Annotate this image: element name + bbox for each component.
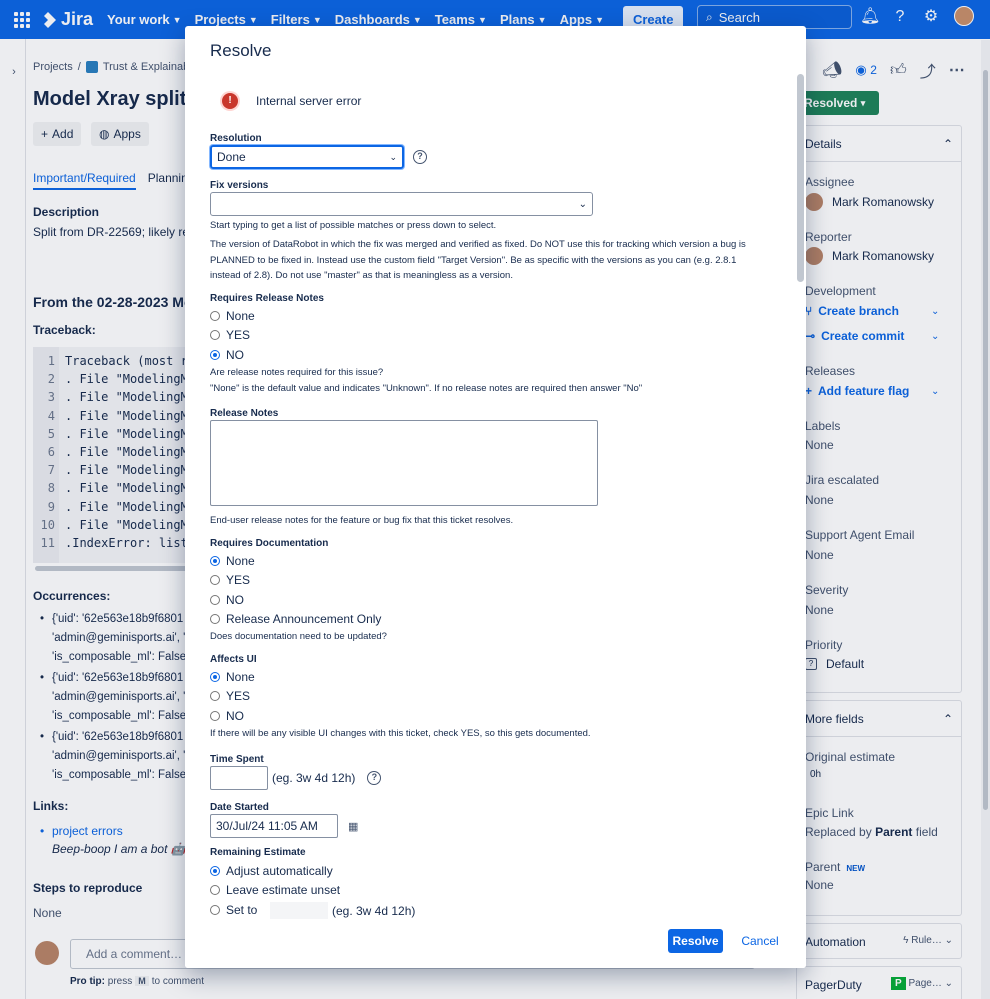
remaining-format-hint: (eg. 3w 4d 12h) [332,904,416,918]
time-spent-label: Time Spent [210,754,264,765]
fix-versions-description-2: PLANNED to be fixed in. Instead use the … [210,255,737,266]
requires-release-notes-label: Requires Release Notes [210,293,324,304]
radio-option[interactable]: NO [210,345,255,365]
calendar-icon[interactable]: ▦ [348,820,358,833]
radio-button [210,575,220,586]
time-spent-format-hint: (eg. 3w 4d 12h) [272,771,356,785]
fix-versions-description-3: instead of 2.8). Do not use "master" as … [210,270,513,281]
radio-option[interactable]: Release Announcement Only [210,610,381,630]
radio-option[interactable]: Leave estimate unset [210,881,340,901]
release-notes-field-hint: End-user release notes for the feature o… [210,515,514,526]
radio-button [210,865,220,876]
release-notes-hint-1: Are release notes required for this issu… [210,367,384,378]
radio-button [210,594,220,605]
cancel-button[interactable]: Cancel [737,929,783,953]
requires-documentation-radios: None YES NO Release Announcement Only [210,551,381,629]
set-to-input[interactable] [270,902,328,920]
radio-option[interactable]: None [210,551,381,571]
radio-button [210,555,220,566]
date-started-input[interactable]: 30/Jul/24 11:05 AM [210,814,338,838]
resolution-select[interactable]: Done ⌄ [210,145,404,169]
radio-option[interactable]: YES [210,571,381,591]
date-started-label: Date Started [210,802,269,813]
dialog-scrollbar[interactable] [796,74,805,940]
dialog-scrollbar-thumb[interactable] [797,74,804,282]
resolution-help-icon[interactable]: ? [413,150,427,164]
fix-versions-hint: Start typing to get a list of possible m… [210,220,497,231]
resolution-label: Resolution [210,133,262,144]
chevron-down-icon: ⌄ [389,151,397,162]
radio-button [210,885,220,896]
radio-option[interactable]: Adjust automatically [210,861,340,881]
radio-button [210,691,220,702]
radio-button [210,904,220,915]
time-spent-input[interactable] [210,766,268,790]
affects-ui-label: Affects UI [210,654,257,665]
radio-option[interactable]: YES [210,687,255,707]
fix-versions-label: Fix versions [210,180,269,191]
requires-documentation-label: Requires Documentation [210,538,329,549]
radio-button [210,330,220,341]
radio-option[interactable]: NO [210,590,381,610]
release-notes-textarea[interactable] [210,420,598,506]
radio-button [210,710,220,721]
radio-option[interactable]: None [210,306,255,326]
fix-versions-description-1: The version of DataRobot in which the fi… [210,239,746,250]
affects-ui-hint: If there will be any visible UI changes … [210,728,591,739]
resolve-dialog: Resolve ! Internal server error Resoluti… [185,26,806,968]
radio-option[interactable]: YES [210,326,255,346]
release-notes-hint-2: "None" is the default value and indicate… [210,383,643,394]
remaining-estimate-label: Remaining Estimate [210,847,306,858]
requires-release-notes-radios: None YES NO [210,306,255,365]
error-message: ! Internal server error [222,93,361,109]
radio-button [210,671,220,682]
documentation-hint: Does documentation need to be updated? [210,631,387,642]
chevron-down-icon: ⌄ [578,198,587,210]
error-icon: ! [222,93,238,109]
radio-button [210,349,220,360]
affects-ui-radios: None YES NO [210,667,255,726]
radio-button [210,614,220,625]
fix-versions-input[interactable]: ⌄ [210,192,593,216]
release-notes-label: Release Notes [210,408,279,419]
radio-option[interactable]: NO [210,706,255,726]
radio-option[interactable]: None [210,667,255,687]
radio-button [210,310,220,321]
resolve-button[interactable]: Resolve [668,929,723,953]
dialog-title: Resolve [210,41,272,60]
time-spent-help-icon[interactable]: ? [367,771,382,785]
